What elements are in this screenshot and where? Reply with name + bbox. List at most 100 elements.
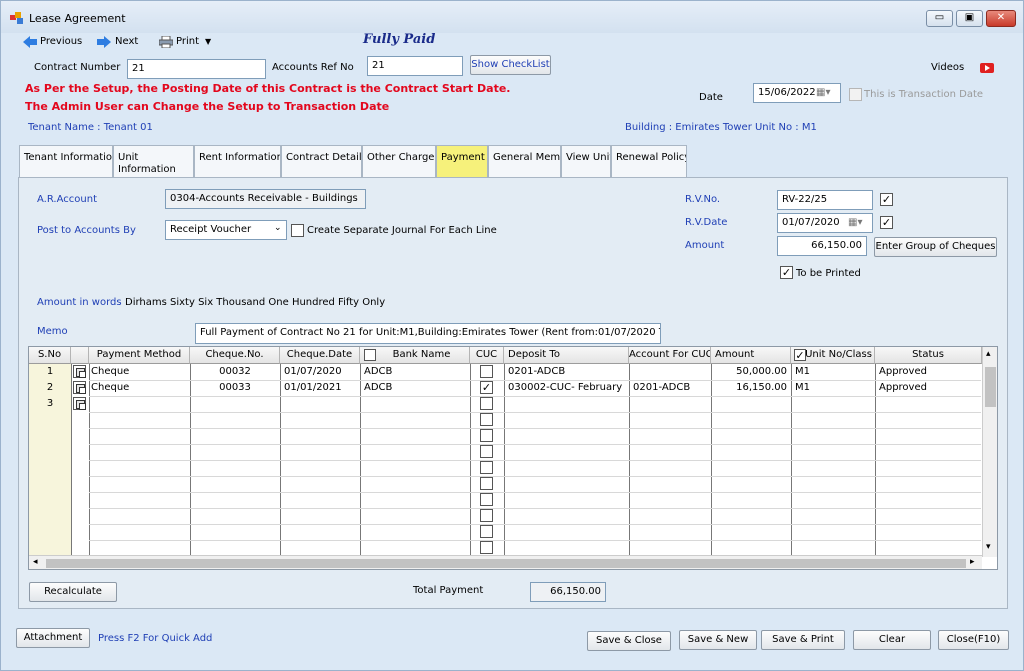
lease-agreement-window: Lease Agreement ▭ ▣ ✕ Previous Next Prin… xyxy=(0,0,1024,671)
contract-number-field[interactable]: 21 xyxy=(127,59,266,79)
total-payment-label: Total Payment xyxy=(413,585,484,596)
column-header-deposit-to[interactable]: Deposit To xyxy=(504,347,629,364)
row-divider xyxy=(89,492,981,493)
enter-cheques-button[interactable]: Enter Group of Cheques xyxy=(874,237,997,257)
scroll-up-icon[interactable]: ▴ xyxy=(986,349,991,359)
print-label: Print xyxy=(176,36,200,47)
next-label: Next xyxy=(115,36,139,47)
cuc-checkbox[interactable] xyxy=(480,509,493,522)
column-header-amount[interactable]: Amount xyxy=(711,347,791,364)
video-icon[interactable] xyxy=(980,63,994,73)
tab-rent-information[interactable]: Rent Information xyxy=(194,145,281,177)
tab-other-charges[interactable]: Other Charges xyxy=(362,145,436,177)
vertical-scrollbar[interactable]: ▴ ▾ xyxy=(982,347,997,557)
table-row[interactable]: 3 xyxy=(29,396,982,412)
row-sno: 1 xyxy=(46,366,54,377)
tab-renewal-policy[interactable]: Renewal Policy xyxy=(611,145,687,177)
cuc-checkbox[interactable] xyxy=(480,493,493,506)
close-f10-button[interactable]: Close(F10) xyxy=(938,630,1009,650)
row-divider xyxy=(89,524,981,525)
date-value: 15/06/2022 xyxy=(758,87,816,98)
rv-no-checkbox[interactable]: ✓ xyxy=(880,193,893,206)
cuc-checkbox[interactable] xyxy=(480,461,493,474)
amount-field[interactable]: 66,150.00 xyxy=(777,236,867,256)
row-divider xyxy=(89,476,981,477)
column-header-status[interactable]: Status xyxy=(875,347,982,364)
cuc-checkbox[interactable] xyxy=(480,413,493,426)
column-header-payment-method[interactable]: Payment Method xyxy=(89,347,190,364)
setup-notice-line1: As Per the Setup, the Posting Date of th… xyxy=(25,82,511,95)
separate-journal-checkbox[interactable] xyxy=(291,224,304,237)
tenant-name: Tenant Name : Tenant 01 xyxy=(28,122,153,133)
bank-name-header-checkbox[interactable] xyxy=(364,349,376,361)
column-header-cheque-date[interactable]: Cheque.Date xyxy=(280,347,360,364)
tab-unit-information[interactable]: Unit Information xyxy=(113,145,194,177)
transaction-date-checkbox[interactable] xyxy=(849,88,862,101)
clear-button[interactable]: Clear xyxy=(853,630,931,650)
scroll-left-icon[interactable]: ◂ xyxy=(33,557,38,567)
quick-add-hint: Press F2 For Quick Add xyxy=(98,633,213,644)
calendar-icon[interactable]: ▦▾ xyxy=(848,217,862,228)
chevron-down-icon[interactable]: ⌄ xyxy=(274,223,282,233)
to-be-printed-checkbox[interactable]: ✓ xyxy=(780,266,793,279)
payment-method-cell: Cheque xyxy=(91,366,130,377)
maximize-button[interactable]: ▣ xyxy=(956,10,983,27)
rv-date-checkbox[interactable]: ✓ xyxy=(880,216,893,229)
previous-button[interactable]: Previous xyxy=(23,33,83,51)
tab-general-memo[interactable]: General Memo xyxy=(488,145,561,177)
post-by-select[interactable]: Receipt Voucher xyxy=(165,220,287,240)
scroll-down-icon[interactable]: ▾ xyxy=(986,542,991,552)
deposit-to-cell: 030002-CUC- February xyxy=(508,382,623,393)
column-header-cheque-no[interactable]: Cheque.No. xyxy=(190,347,280,364)
cuc-checkbox[interactable] xyxy=(480,429,493,442)
amount-cell: 50,000.00 xyxy=(736,366,787,377)
column-header-bank-name[interactable]: Bank Name xyxy=(360,347,470,364)
save-close-button[interactable]: Save & Close xyxy=(587,631,671,651)
memo-field[interactable]: Full Payment of Contract No 21 for Unit:… xyxy=(195,323,661,344)
save-new-button[interactable]: Save & New xyxy=(679,630,757,650)
recalculate-button[interactable]: Recalculate xyxy=(29,582,117,602)
row-detail-icon[interactable] xyxy=(73,365,86,378)
row-divider xyxy=(89,540,981,541)
column-header-account-cuc[interactable]: Account For CUC xyxy=(629,347,711,364)
unit-class-header-checkbox[interactable]: ✓ xyxy=(794,349,806,361)
close-window-button[interactable]: ✕ xyxy=(986,10,1016,27)
cuc-checkbox[interactable]: ✓ xyxy=(480,381,493,394)
rv-no-field[interactable]: RV-22/25 xyxy=(777,190,873,210)
tab-payment[interactable]: Payment xyxy=(436,145,488,178)
horizontal-scroll-thumb[interactable] xyxy=(46,559,966,568)
next-button[interactable]: Next xyxy=(97,33,142,51)
cuc-checkbox[interactable] xyxy=(480,541,493,554)
attachment-button[interactable]: Attachment xyxy=(16,628,90,648)
scroll-right-icon[interactable]: ▸ xyxy=(970,557,975,567)
separate-journal-label: Create Separate Journal For Each Line xyxy=(307,225,497,236)
horizontal-scrollbar[interactable]: ◂ ▸ xyxy=(29,555,982,569)
vertical-scroll-thumb[interactable] xyxy=(985,367,996,407)
cuc-checkbox[interactable] xyxy=(480,397,493,410)
calendar-icon[interactable]: ▦▾ xyxy=(816,87,830,98)
ar-account-field[interactable]: 0304-Accounts Receivable - Buildings xyxy=(165,189,366,209)
accounts-ref-field[interactable]: 21 xyxy=(367,56,463,76)
row-detail-icon[interactable] xyxy=(73,381,86,394)
row-detail-icon[interactable] xyxy=(73,397,86,410)
tab-contract-details[interactable]: Contract Details xyxy=(281,145,362,177)
status-cell: Approved xyxy=(879,382,927,393)
cuc-checkbox[interactable] xyxy=(480,365,493,378)
print-button[interactable]: Print ▼ xyxy=(159,33,217,51)
minimize-button[interactable]: ▭ xyxy=(926,10,953,27)
arrow-left-icon xyxy=(23,36,37,48)
account-cuc-cell: 0201-ADCB xyxy=(633,382,691,393)
table-row[interactable]: 2 Cheque 00033 01/01/2021 ADCB ✓ 030002-… xyxy=(29,380,982,396)
cuc-checkbox[interactable] xyxy=(480,525,493,538)
column-header-cuc[interactable]: CUC xyxy=(470,347,504,364)
cuc-checkbox[interactable] xyxy=(480,477,493,490)
show-checklist-button[interactable]: Show CheckList xyxy=(470,55,551,75)
tab-tenant-information[interactable]: Tenant Information xyxy=(19,145,113,177)
cuc-checkbox[interactable] xyxy=(480,445,493,458)
table-row[interactable]: 1 Cheque 00032 01/07/2020 ADCB 0201-ADCB… xyxy=(29,364,982,380)
save-print-button[interactable]: Save & Print xyxy=(761,630,845,650)
column-header-sno[interactable]: S.No xyxy=(29,347,71,364)
tab-view-unit[interactable]: View Unit xyxy=(561,145,611,177)
transaction-date-label: This is Transaction Date xyxy=(864,89,984,100)
amount-words-label: Amount in words xyxy=(37,297,122,308)
